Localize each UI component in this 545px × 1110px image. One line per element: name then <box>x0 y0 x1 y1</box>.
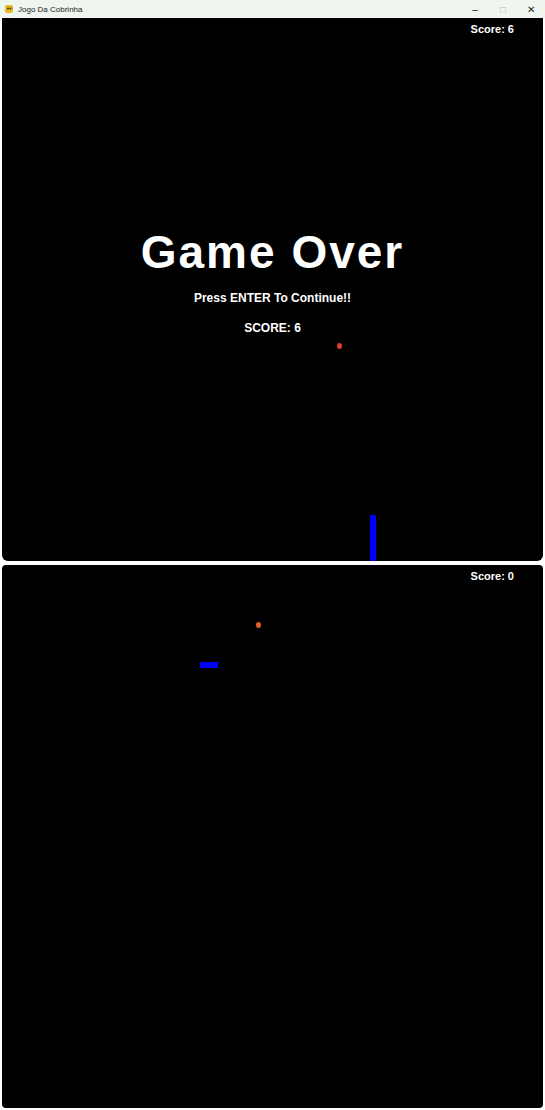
window-controls: –□✕ <box>461 0 545 18</box>
game-over-title: Game Over <box>141 224 404 280</box>
score-label: Score: 6 <box>471 23 514 35</box>
window-title: Jogo Da Cobrinha <box>18 5 461 14</box>
close-button[interactable]: ✕ <box>517 0 545 18</box>
minimize-button[interactable]: – <box>461 0 489 18</box>
title-bar: Jogo Da Cobrinha–□✕ <box>0 0 545 18</box>
game-board: Score: 0 <box>2 565 543 1108</box>
continue-prompt: Press ENTER To Continue!! <box>194 290 351 306</box>
apple <box>337 343 342 349</box>
snake <box>200 662 218 668</box>
game-screens: Score: 6 Game Over Press ENTER To Continue… <box>0 18 545 1108</box>
apple <box>256 622 261 628</box>
final-score: SCORE: 6 <box>244 320 301 336</box>
pygame-icon <box>4 4 14 14</box>
game-over-overlay: Game Over Press ENTER To Continue!! SCORE:… <box>2 224 543 336</box>
snake <box>370 515 376 561</box>
score-label: Score: 0 <box>471 570 514 582</box>
game-board: Score: 6 Game Over Press ENTER To Continue… <box>2 18 543 561</box>
maximize-button: □ <box>489 0 517 18</box>
